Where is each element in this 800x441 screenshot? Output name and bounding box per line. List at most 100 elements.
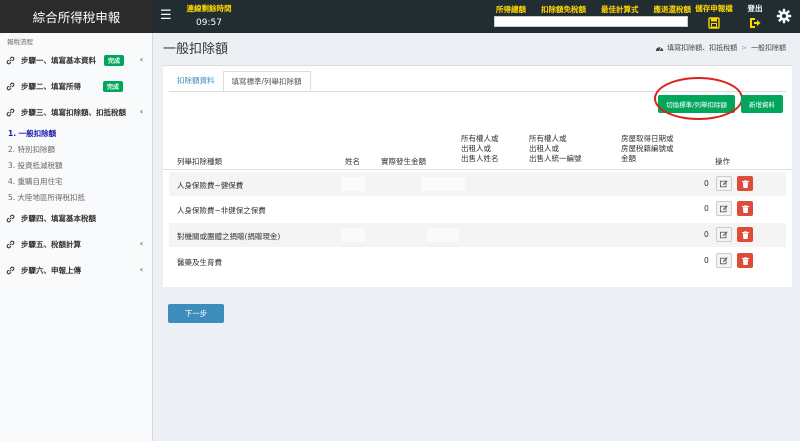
row-deduction-type: 人身保險費~健保費 bbox=[177, 181, 244, 190]
delete-button[interactable] bbox=[737, 253, 753, 268]
link-deductions-exemptions[interactable]: 扣除額免稅額 bbox=[541, 4, 586, 15]
masked-name bbox=[341, 228, 365, 242]
edit-button[interactable] bbox=[716, 176, 732, 191]
link-icon bbox=[6, 266, 18, 275]
save-icon bbox=[708, 17, 720, 29]
save-filing-label: 儲存申報檔 bbox=[695, 4, 733, 13]
trash-icon bbox=[741, 204, 749, 213]
sidebar-step-4[interactable]: 步驟四、填寫基本稅額 bbox=[0, 205, 152, 231]
row-deduction-type: 醫藥及生育費 bbox=[177, 258, 222, 267]
delete-button[interactable] bbox=[737, 201, 753, 216]
sidebar: 報稅流程 步驟一、填寫基本資料 完成 ‹ 步驟二、填寫所得 完成 步驟三、填寫扣… bbox=[0, 33, 153, 441]
col-name: 姓名 bbox=[345, 157, 360, 166]
countdown-label: 連線剩餘時間 bbox=[186, 4, 232, 13]
breadcrumb: 填寫扣除額、扣抵稅額 > 一般扣除額 bbox=[655, 43, 786, 53]
link-gross-income[interactable]: 所得總額 bbox=[496, 4, 526, 15]
row-deduction-type: 對機關或團體之捐贈(捐贈現金) bbox=[177, 232, 281, 241]
breadcrumb-current: 一般扣除額 bbox=[751, 44, 786, 52]
tab-standard-itemized[interactable]: 填寫標準/列舉扣除額 bbox=[222, 71, 311, 92]
link-icon bbox=[6, 108, 18, 117]
sidebar-step-1[interactable]: 步驟一、填寫基本資料 完成 ‹ bbox=[0, 47, 152, 73]
breadcrumb-separator: > bbox=[741, 44, 747, 52]
sidebar-step-2[interactable]: 步驟二、填寫所得 完成 bbox=[0, 73, 152, 99]
link-best-formula[interactable]: 最佳計算式 bbox=[601, 4, 639, 15]
col-owner-id: 所有權人或 出租人或 出售人統一編號 bbox=[529, 134, 582, 163]
gear-icon[interactable] bbox=[776, 8, 792, 24]
substep-home-repurchase[interactable]: 4. 重購自用住宅 bbox=[0, 173, 152, 189]
edit-button[interactable] bbox=[716, 253, 732, 268]
sidebar-step-6[interactable]: 步驟六、申報上傳 ‹ bbox=[0, 257, 152, 283]
breadcrumb-parent[interactable]: 填寫扣除額、扣抵稅額 bbox=[667, 43, 737, 53]
dashboard-icon bbox=[655, 47, 664, 51]
substep-list: 1. 一般扣除額 2. 特別扣除額 3. 投資抵減稅額 4. 重購自用住宅 5.… bbox=[0, 125, 152, 205]
done-badge: 完成 bbox=[104, 54, 125, 66]
sidebar-caption: 報稅流程 bbox=[7, 38, 33, 46]
table-row: 醫藥及生育費 0 bbox=[169, 249, 786, 273]
chevron-left-icon: ‹ bbox=[139, 265, 143, 274]
table-header: 列舉扣除種類 姓名 實際發生金額 所有權人或 出租人或 出售人姓名 所有權人或 … bbox=[163, 134, 792, 170]
delete-button[interactable] bbox=[737, 176, 753, 191]
sidebar-step-label: 步驟四、填寫基本稅額 bbox=[21, 213, 96, 223]
edit-icon bbox=[720, 179, 728, 187]
col-house-info: 房屋取得日期或 房屋稅籍編號或 金額 bbox=[621, 134, 674, 163]
save-filing-button[interactable]: 儲存申報檔 bbox=[694, 3, 734, 31]
chevron-left-icon: ‹ bbox=[139, 107, 143, 116]
link-icon bbox=[6, 214, 18, 223]
substep-investment-credit[interactable]: 3. 投資抵減稅額 bbox=[0, 157, 152, 173]
page-title: 一般扣除額 bbox=[163, 42, 229, 57]
sidebar-step-3[interactable]: 步驟三、填寫扣除額、扣抵稅額 ‹ bbox=[0, 99, 152, 125]
edit-icon bbox=[720, 230, 728, 238]
col-deduction-type: 列舉扣除種類 bbox=[177, 157, 222, 166]
summary-value-field[interactable] bbox=[494, 16, 688, 27]
done-badge: 完成 bbox=[103, 80, 124, 92]
trash-icon bbox=[741, 256, 749, 265]
col-owner-name: 所有權人或 出租人或 出售人姓名 bbox=[461, 134, 499, 163]
masked-amount bbox=[421, 177, 465, 191]
highlight-circle bbox=[654, 77, 743, 120]
row-deduction-type: 人身保險費~非健保之保費 bbox=[177, 206, 266, 215]
add-record-button[interactable]: 新增資料 bbox=[741, 95, 783, 113]
top-navbar: 綜合所得稅申報 ☰ 連線剩餘時間 09:57 所得總額 扣除額免稅額 最佳計算式… bbox=[0, 0, 800, 33]
col-actions: 操作 bbox=[715, 157, 730, 166]
sign-out-icon bbox=[750, 18, 761, 28]
masked-amount bbox=[427, 228, 459, 242]
menu-toggle-icon[interactable]: ☰ bbox=[160, 7, 172, 25]
tab-deduction-data[interactable]: 扣除額資料 bbox=[169, 71, 223, 92]
logout-button[interactable]: 登出 bbox=[744, 3, 766, 31]
row-amount: 0 bbox=[704, 179, 709, 188]
edit-icon bbox=[720, 256, 728, 264]
deduction-panel: 扣除額資料 填寫標準/列舉扣除額 切換標準/列舉扣除額 新增資料 列舉扣除種類 … bbox=[163, 65, 792, 287]
chevron-left-icon: ‹ bbox=[139, 239, 143, 248]
logout-label: 登出 bbox=[747, 4, 763, 13]
row-amount: 0 bbox=[704, 204, 709, 213]
sidebar-step-label: 步驟二、填寫所得 bbox=[21, 81, 81, 91]
substep-special-deduction[interactable]: 2. 特別扣除額 bbox=[0, 141, 152, 157]
col-actual-amount: 實際發生金額 bbox=[381, 157, 426, 166]
edit-button[interactable] bbox=[716, 201, 732, 216]
link-icon bbox=[6, 56, 18, 65]
tab-bar: 扣除額資料 填寫標準/列舉扣除額 bbox=[169, 71, 311, 92]
link-refund-amount[interactable]: 應退還稅額 bbox=[654, 4, 692, 15]
session-countdown: 連線剩餘時間 09:57 bbox=[184, 3, 234, 28]
sidebar-step-5[interactable]: 步驟五、稅額計算 ‹ bbox=[0, 231, 152, 257]
summary-links: 所得總額 扣除額免稅額 最佳計算式 應退還稅額 bbox=[496, 4, 706, 15]
app-brand[interactable]: 綜合所得稅申報 bbox=[0, 0, 153, 33]
link-icon bbox=[6, 82, 18, 91]
edit-icon bbox=[720, 204, 728, 212]
sidebar-step-label: 步驟六、申報上傳 bbox=[21, 265, 81, 275]
table-row: 人身保險費~非健保之保費 0 bbox=[169, 197, 786, 221]
countdown-value: 09:57 bbox=[196, 18, 222, 28]
edit-button[interactable] bbox=[716, 227, 732, 242]
trash-icon bbox=[741, 179, 749, 188]
sidebar-step-label: 步驟一、填寫基本資料 bbox=[21, 55, 96, 65]
masked-name bbox=[341, 177, 365, 191]
sidebar-step-label: 步驟三、填寫扣除額、扣抵稅額 bbox=[21, 107, 126, 117]
row-amount: 0 bbox=[704, 230, 709, 239]
chevron-left-icon: ‹ bbox=[139, 55, 143, 64]
sidebar-step-label: 步驟五、稅額計算 bbox=[21, 239, 81, 249]
delete-button[interactable] bbox=[737, 227, 753, 242]
link-icon bbox=[6, 240, 18, 249]
next-step-button[interactable]: 下一步 bbox=[168, 304, 224, 323]
substep-general-deduction[interactable]: 1. 一般扣除額 bbox=[0, 125, 152, 141]
substep-mainland-tax-credit[interactable]: 5. 大陸地區所得稅扣抵 bbox=[0, 189, 152, 205]
